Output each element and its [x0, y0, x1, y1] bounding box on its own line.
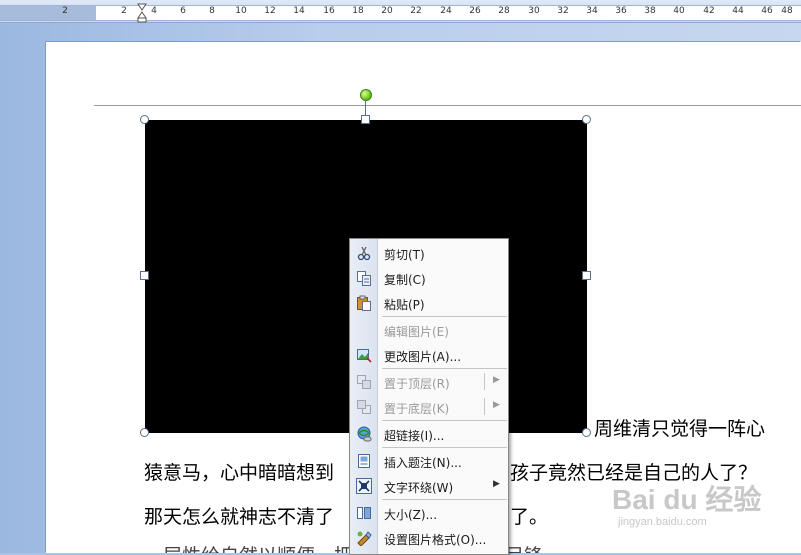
- menu-separator: [382, 420, 507, 421]
- rotation-handle[interactable]: [360, 89, 372, 101]
- ruler-label: 2: [121, 6, 127, 16]
- menu-item-label: 置于顶层(R): [384, 377, 450, 391]
- submenu-arrow-icon: ▶: [493, 375, 500, 385]
- resize-handle-top[interactable]: [361, 115, 370, 124]
- baidu-watermark: Bai du 经验 jingyan.baidu.com: [612, 478, 792, 548]
- ruler-label: 26: [469, 6, 481, 16]
- ruler-label: 4: [151, 6, 157, 16]
- menu-item-size[interactable]: 大小(Z)...: [350, 501, 508, 525]
- menu-item-text-wrap[interactable]: 文字环绕(W) ▶: [350, 474, 508, 498]
- menu-item-hyperlink[interactable]: 超链接(I)...: [350, 422, 508, 446]
- ruler-label: 40: [673, 6, 685, 16]
- bring-to-front-icon: [357, 375, 371, 389]
- menu-separator: [382, 368, 507, 369]
- ruler-label: 48: [781, 6, 793, 16]
- menu-item-copy[interactable]: 复制(C): [350, 266, 508, 290]
- menu-item-label: 超链接(I)...: [384, 429, 445, 443]
- menu-item-label: 设置图片格式(O)...: [384, 533, 487, 547]
- menu-item-label: 大小(Z)...: [384, 508, 438, 522]
- body-text-line-2a[interactable]: 猿意马，心中暗暗想到: [144, 458, 334, 485]
- ruler-label: 6: [180, 6, 186, 16]
- body-text-line-3b[interactable]: 了。: [510, 502, 548, 529]
- menu-item-label: 复制(C): [384, 273, 426, 287]
- menu-item-label: 剪切(T): [384, 248, 425, 262]
- insert-caption-icon: [358, 454, 370, 468]
- watermark-logo-text: Bai du 经验: [612, 484, 762, 515]
- menu-item-cut[interactable]: 剪切(T): [350, 241, 508, 265]
- submenu-arrow-icon: ▶: [493, 400, 500, 410]
- resize-handle-top-left[interactable]: [140, 115, 149, 124]
- ruler-label: 24: [440, 6, 452, 16]
- ruler-label: 36: [615, 6, 627, 16]
- context-menu: 剪切(T) 复制(C) 粘贴(P) 编辑图片(E) 更改图片(A)... 置于顶…: [349, 238, 509, 555]
- ruler-label: 2: [62, 6, 68, 16]
- send-to-back-icon: [357, 400, 371, 414]
- ruler-label: 12: [264, 6, 276, 16]
- ruler-label: 32: [557, 6, 569, 16]
- menu-separator: [382, 447, 507, 448]
- resize-handle-bottom-right[interactable]: [582, 428, 591, 437]
- ruler-label: 22: [410, 6, 422, 16]
- ruler-label: 34: [586, 6, 598, 16]
- ruler-label: 16: [323, 6, 335, 16]
- menu-item-edit-picture[interactable]: 编辑图片(E): [350, 318, 508, 342]
- resize-handle-bottom-left[interactable]: [140, 428, 149, 437]
- ruler-label: 42: [703, 6, 715, 16]
- menu-separator: [382, 499, 507, 500]
- menu-item-label: 粘贴(P): [384, 298, 425, 312]
- hyperlink-icon: [357, 426, 372, 442]
- menu-item-label: 文字环绕(W): [384, 481, 454, 495]
- body-text-line-1[interactable]: 周维清只觉得一阵心: [594, 414, 765, 441]
- menu-item-bring-to-front[interactable]: 置于顶层(R) ▶: [350, 370, 508, 394]
- menu-item-label: 更改图片(A)...: [384, 350, 462, 364]
- ruler-label: 46: [761, 6, 773, 16]
- resize-handle-top-right[interactable]: [582, 115, 591, 124]
- ruler-label: 18: [352, 6, 364, 16]
- submenu-divider: [484, 373, 485, 390]
- menu-separator: [382, 316, 507, 317]
- ruler-label: 10: [235, 6, 247, 16]
- indent-marker-icon[interactable]: [137, 3, 147, 23]
- ruler-label: 14: [293, 6, 305, 16]
- menu-item-paste[interactable]: 粘贴(P): [350, 291, 508, 315]
- menu-item-insert-caption[interactable]: 插入题注(N)...: [350, 449, 508, 473]
- body-text-line-3a[interactable]: 那天怎么就神志不清了: [144, 502, 334, 529]
- text-wrap-icon: [356, 478, 372, 494]
- paste-icon: [357, 295, 371, 311]
- resize-handle-left[interactable]: [140, 271, 149, 280]
- menu-item-label: 编辑图片(E): [384, 325, 449, 339]
- ruler-label: 20: [381, 6, 393, 16]
- size-icon: [357, 507, 371, 519]
- ruler-label: 8: [209, 6, 215, 16]
- change-picture-icon: [357, 349, 372, 363]
- menu-item-send-to-back[interactable]: 置于底层(K) ▶: [350, 395, 508, 419]
- menu-item-change-picture[interactable]: 更改图片(A)...: [350, 343, 508, 367]
- submenu-divider: [484, 398, 485, 415]
- menu-item-label: 插入题注(N)...: [384, 456, 462, 470]
- ruler-margin-area: [0, 5, 96, 21]
- submenu-arrow-icon: ▶: [493, 479, 500, 489]
- horizontal-ruler[interactable]: 2 2 4 6 8 10 12 14 16 18 20 22 24 26 28 …: [0, 0, 801, 23]
- scissors-icon: [357, 246, 371, 261]
- ruler-label: 38: [644, 6, 656, 16]
- menu-item-format-picture[interactable]: 设置图片格式(O)...: [350, 526, 508, 550]
- ruler-label: 44: [732, 6, 744, 16]
- menu-item-label: 置于底层(K): [384, 402, 450, 416]
- resize-handle-right[interactable]: [582, 271, 591, 280]
- watermark-url: jingyan.baidu.com: [618, 516, 707, 528]
- ruler-label: 30: [528, 6, 540, 16]
- header-divider: [94, 105, 801, 106]
- ruler-label: 28: [498, 6, 510, 16]
- format-picture-icon: [357, 531, 372, 546]
- copy-icon: [357, 271, 371, 286]
